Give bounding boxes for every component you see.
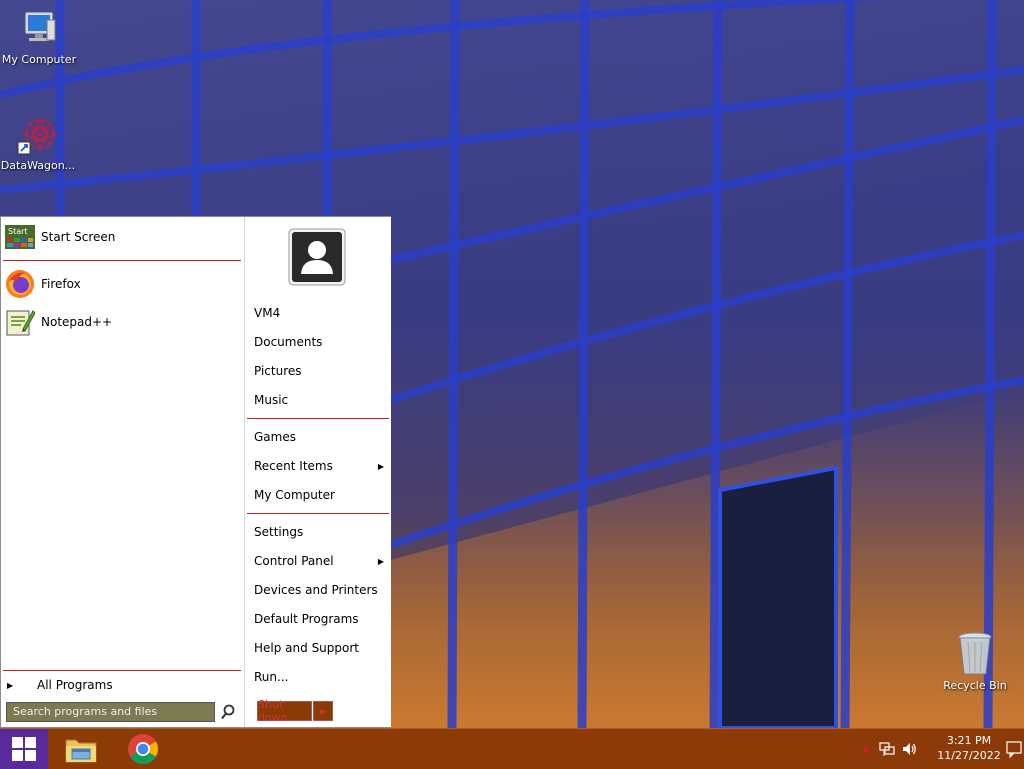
places-item-pictures[interactable]: Pictures — [254, 361, 384, 381]
search-input[interactable]: Search programs and files — [6, 702, 215, 722]
places-item-label: Settings — [254, 525, 304, 539]
taskbar-app-file-explorer[interactable] — [61, 731, 101, 767]
desktop-icon-recycle-bin[interactable]: Recycle Bin — [935, 630, 1015, 692]
places-item-help-and-support[interactable]: Help and Support — [254, 638, 384, 658]
notepadpp-icon — [5, 307, 35, 337]
places-item-label: Run... — [254, 670, 289, 684]
start-menu-item-label: Start Screen — [41, 230, 116, 244]
search-placeholder: Search programs and files — [13, 705, 158, 718]
all-programs-button[interactable]: ▶ All Programs — [1, 673, 241, 697]
start-button[interactable] — [0, 729, 48, 769]
desktop-icon-my-computer[interactable]: My Computer — [0, 6, 79, 66]
desktop-icon-label: DataWagon... — [0, 159, 76, 172]
places-item-label: Recent Items — [254, 459, 333, 473]
start-screen-icon: Start — [5, 222, 35, 252]
start-menu-programs-pane: Start Start Screen Firefox Notepad++ ▶ A… — [1, 217, 243, 727]
clock-time: 3:21 PM — [946, 734, 992, 747]
places-item-recent-items[interactable]: Recent Items ▶ — [254, 456, 384, 476]
firefox-icon — [5, 269, 35, 299]
places-item-settings[interactable]: Settings — [254, 522, 384, 542]
chevron-right-icon: ▶ — [377, 556, 384, 566]
places-item-run[interactable]: Run... — [254, 667, 384, 687]
windows-logo-icon — [12, 737, 36, 761]
places-item-label: Pictures — [254, 364, 302, 378]
start-menu-places-pane: VM4 Documents Pictures Music Games Recen… — [244, 217, 391, 727]
places-item-default-programs[interactable]: Default Programs — [254, 609, 384, 629]
chrome-icon — [128, 734, 159, 764]
taskbar: ▲ 3:21 PM 11/27/2022 — [0, 728, 1024, 769]
desktop-icon-datawagon[interactable]: DataWagon... — [0, 112, 78, 172]
clock-date: 11/27/2022 — [937, 749, 1001, 762]
places-item-label: Help and Support — [254, 641, 359, 655]
network-icon[interactable] — [879, 741, 895, 757]
desktop-icon-label: Recycle Bin — [943, 679, 1007, 692]
places-item-vm4[interactable]: VM4 — [254, 303, 384, 323]
places-item-music[interactable]: Music — [254, 390, 384, 410]
system-tray: ▲ — [862, 729, 917, 769]
action-center-icon[interactable] — [1006, 739, 1022, 759]
start-menu-item-label: Notepad++ — [41, 315, 113, 329]
shutdown-button[interactable]: Shut down — [257, 698, 312, 724]
places-item-label: Games — [254, 430, 296, 444]
places-item-label: Documents — [254, 335, 323, 349]
shutdown-label: Shut down — [258, 698, 288, 724]
separator — [247, 418, 389, 419]
places-item-control-panel[interactable]: Control Panel ▶ — [254, 551, 384, 571]
volume-icon[interactable] — [901, 741, 917, 757]
places-item-documents[interactable]: Documents — [254, 332, 384, 352]
taskbar-app-chrome[interactable] — [123, 731, 163, 767]
folder-icon — [65, 739, 97, 763]
shutdown-options-button[interactable]: ▶ — [313, 701, 333, 721]
start-menu-item-firefox[interactable]: Firefox — [1, 268, 241, 300]
separator — [247, 513, 389, 514]
show-hidden-icons-icon[interactable]: ▲ — [862, 744, 869, 754]
places-item-label: Default Programs — [254, 612, 359, 626]
taskbar-clock[interactable]: 3:21 PM 11/27/2022 — [930, 733, 1008, 763]
places-item-label: Devices and Printers — [254, 583, 378, 597]
separator — [3, 260, 241, 261]
places-item-devices-and-printers[interactable]: Devices and Printers — [254, 580, 384, 600]
start-menu-item-label: Firefox — [41, 277, 81, 291]
separator — [3, 670, 241, 671]
user-avatar-icon[interactable] — [288, 228, 346, 286]
start-menu: Start Start Screen Firefox Notepad++ ▶ A… — [0, 216, 391, 728]
places-item-my-computer[interactable]: My Computer — [254, 485, 384, 505]
all-programs-label: All Programs — [37, 678, 113, 692]
places-item-label: Control Panel — [254, 554, 334, 568]
datawagon-icon — [17, 116, 58, 155]
chevron-right-icon: ▶ — [377, 461, 384, 471]
search-icon[interactable] — [220, 703, 236, 721]
chevron-right-icon: ▶ — [7, 680, 14, 690]
start-menu-item-start-screen[interactable]: Start Start Screen — [1, 221, 241, 253]
recycle-bin-icon — [958, 632, 992, 675]
chevron-right-icon: ▶ — [319, 706, 327, 716]
desktop-icon-label: My Computer — [1, 53, 77, 66]
start-menu-item-notepadpp[interactable]: Notepad++ — [1, 306, 241, 338]
places-item-label: VM4 — [254, 306, 281, 320]
places-item-games[interactable]: Games — [254, 427, 384, 447]
computer-icon — [24, 11, 56, 41]
places-item-label: Music — [254, 393, 289, 407]
svg-text:Start: Start — [8, 227, 28, 236]
places-item-label: My Computer — [254, 488, 335, 502]
